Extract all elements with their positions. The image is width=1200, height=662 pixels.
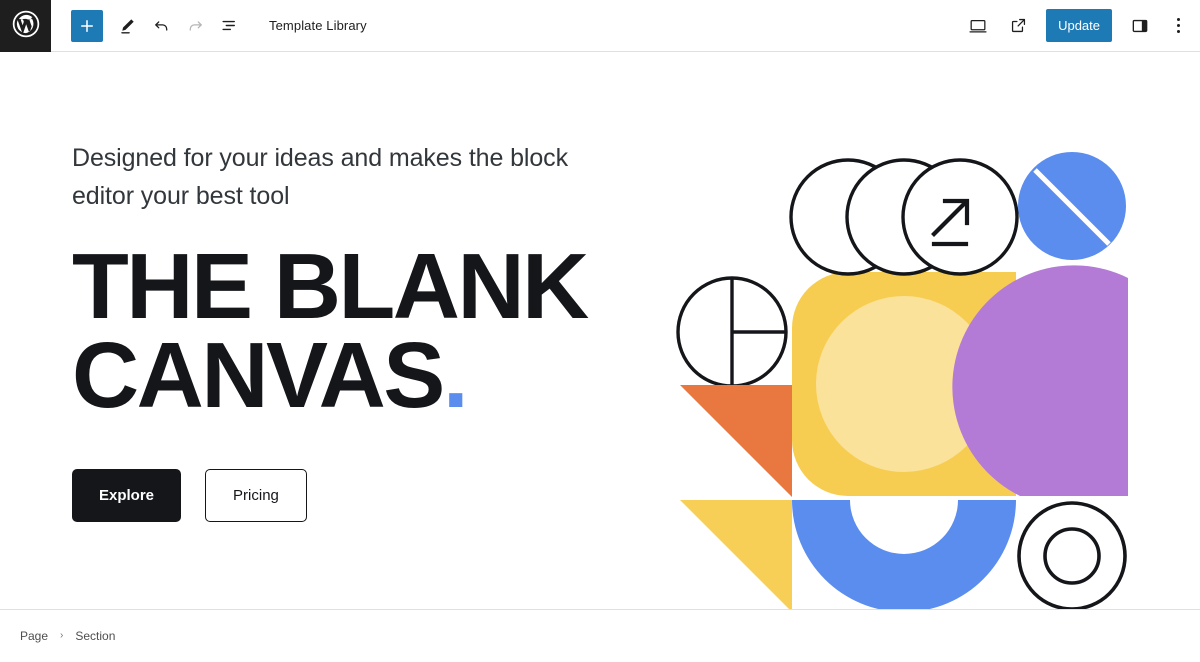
desktop-device-icon [968,16,988,36]
hero-heading-line-2: CANVAS [72,323,445,428]
tools-edit-button[interactable] [111,10,143,42]
list-view-icon [220,16,239,35]
redo-arrow-icon [186,16,205,35]
explore-button[interactable]: Explore [72,468,182,522]
options-menu-button[interactable] [1164,10,1192,42]
hero-subtitle[interactable]: Designed for your ideas and makes the bl… [72,140,617,215]
sidebar-panel-icon [1130,16,1150,36]
redo-button[interactable] [179,10,211,42]
hero-heading[interactable]: THE BLANK CANVAS. [72,240,640,422]
three-overlapping-outline-circles [789,158,1019,276]
concentric-outline-circles [1017,501,1127,611]
orange-triangle [680,385,792,497]
view-site-button[interactable] [1002,10,1034,42]
undo-button[interactable] [145,10,177,42]
breadcrumb-page[interactable]: Page [16,627,52,645]
hero-heading-accent-dot: . [442,323,469,428]
breadcrumb-section[interactable]: Section [71,627,119,645]
wordpress-logo-button[interactable] [0,0,51,52]
abstract-geometric-collage [672,152,1132,614]
plus-icon [78,17,96,35]
pencil-edit-icon [118,16,137,35]
pricing-button[interactable]: Pricing [205,468,307,522]
toolbar-left-group: Template Library [51,0,367,51]
hero-button-group: Explore Pricing [72,468,640,522]
kebab-vertical-dots-icon [1176,18,1180,21]
undo-arrow-icon [152,16,171,35]
add-block-button[interactable] [71,9,103,42]
list-view-button[interactable] [213,10,245,42]
blue-semicircle-donut [792,500,1016,612]
wordpress-logo-icon [12,10,40,43]
toolbar-right-group: Update [962,0,1200,51]
blue-circle-with-slash [1018,152,1126,260]
document-title[interactable]: Template Library [269,18,367,33]
quartered-outline-circle [676,276,788,388]
breadcrumb-bar: Page › Section [0,609,1200,661]
update-button[interactable]: Update [1046,9,1112,42]
editor-toolbar: Template Library Update [0,0,1200,52]
hero-section-block[interactable]: Designed for your ideas and makes the bl… [0,52,1200,661]
chevron-right-icon: › [60,630,64,641]
editor-canvas[interactable]: Designed for your ideas and makes the bl… [0,52,1200,661]
yellow-triangle [680,500,792,612]
settings-sidebar-button[interactable] [1124,10,1156,42]
preview-device-button[interactable] [962,10,994,42]
hero-text-column: Designed for your ideas and makes the bl… [0,52,640,661]
external-link-icon [1009,16,1028,35]
